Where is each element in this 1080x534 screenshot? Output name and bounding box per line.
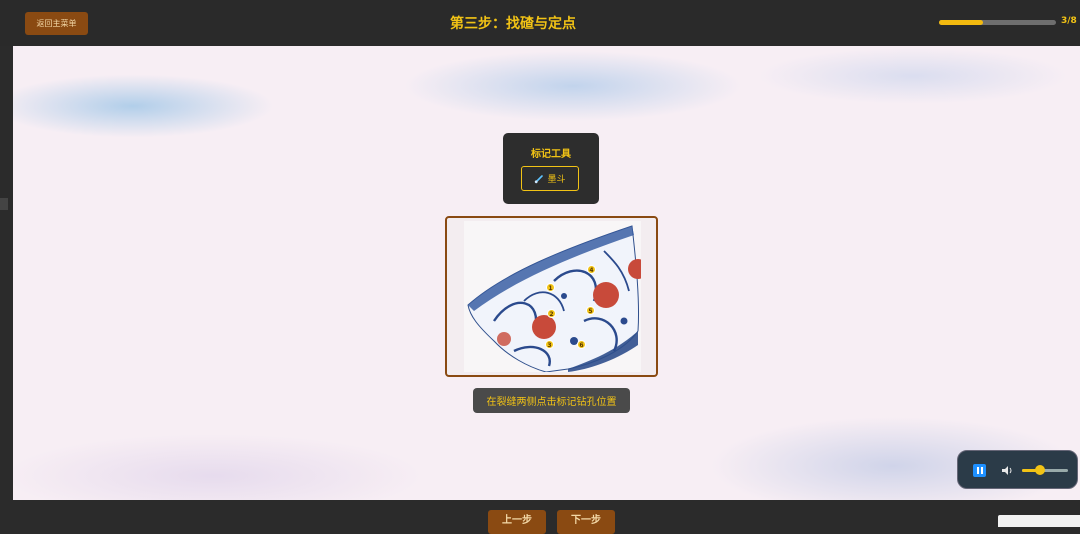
page-title: 第三步：找碴与定点 bbox=[450, 16, 576, 32]
drill-marker-6[interactable]: 6 bbox=[577, 340, 586, 349]
drill-marker-5[interactable]: 5 bbox=[586, 306, 595, 315]
porcelain-image-frame[interactable]: 1 2 3 4 5 6 bbox=[445, 216, 658, 377]
header-bar: 返回主菜单 第三步：找碴与定点 3/8 bbox=[0, 0, 1080, 46]
pause-icon bbox=[977, 467, 979, 474]
pause-icon-bar bbox=[981, 467, 983, 474]
prev-step-button[interactable]: 上一步 bbox=[488, 510, 546, 534]
footer-bar: 上一步 下一步 bbox=[0, 500, 1080, 534]
pause-button[interactable] bbox=[973, 464, 986, 477]
brush-icon bbox=[535, 174, 544, 183]
progress-text: 3/8 bbox=[1061, 16, 1077, 26]
progress-bar-fill bbox=[939, 20, 983, 25]
left-edge-mark bbox=[0, 198, 8, 210]
volume-icon[interactable] bbox=[1001, 465, 1013, 476]
drill-marker-3[interactable]: 3 bbox=[545, 340, 554, 349]
corner-widget bbox=[998, 515, 1080, 527]
volume-slider-knob[interactable] bbox=[1035, 465, 1046, 475]
tool-panel-title: 标记工具 bbox=[531, 149, 571, 160]
porcelain-bowl-image bbox=[464, 221, 641, 372]
drill-marker-2[interactable]: 2 bbox=[547, 309, 556, 318]
progress-bar bbox=[939, 20, 1056, 25]
drill-marker-1[interactable]: 1 bbox=[546, 283, 555, 292]
left-edge-strip bbox=[0, 46, 13, 500]
ink-marker-tool-button[interactable]: 墨斗 bbox=[521, 166, 579, 191]
drill-marker-4[interactable]: 4 bbox=[587, 265, 596, 274]
audio-control bbox=[957, 450, 1078, 489]
tool-button-label: 墨斗 bbox=[547, 175, 566, 185]
instruction-hint: 在裂缝两侧点击标记钻孔位置 bbox=[473, 388, 630, 413]
next-step-button[interactable]: 下一步 bbox=[557, 510, 615, 534]
marking-tool-panel: 标记工具 墨斗 bbox=[503, 133, 599, 204]
